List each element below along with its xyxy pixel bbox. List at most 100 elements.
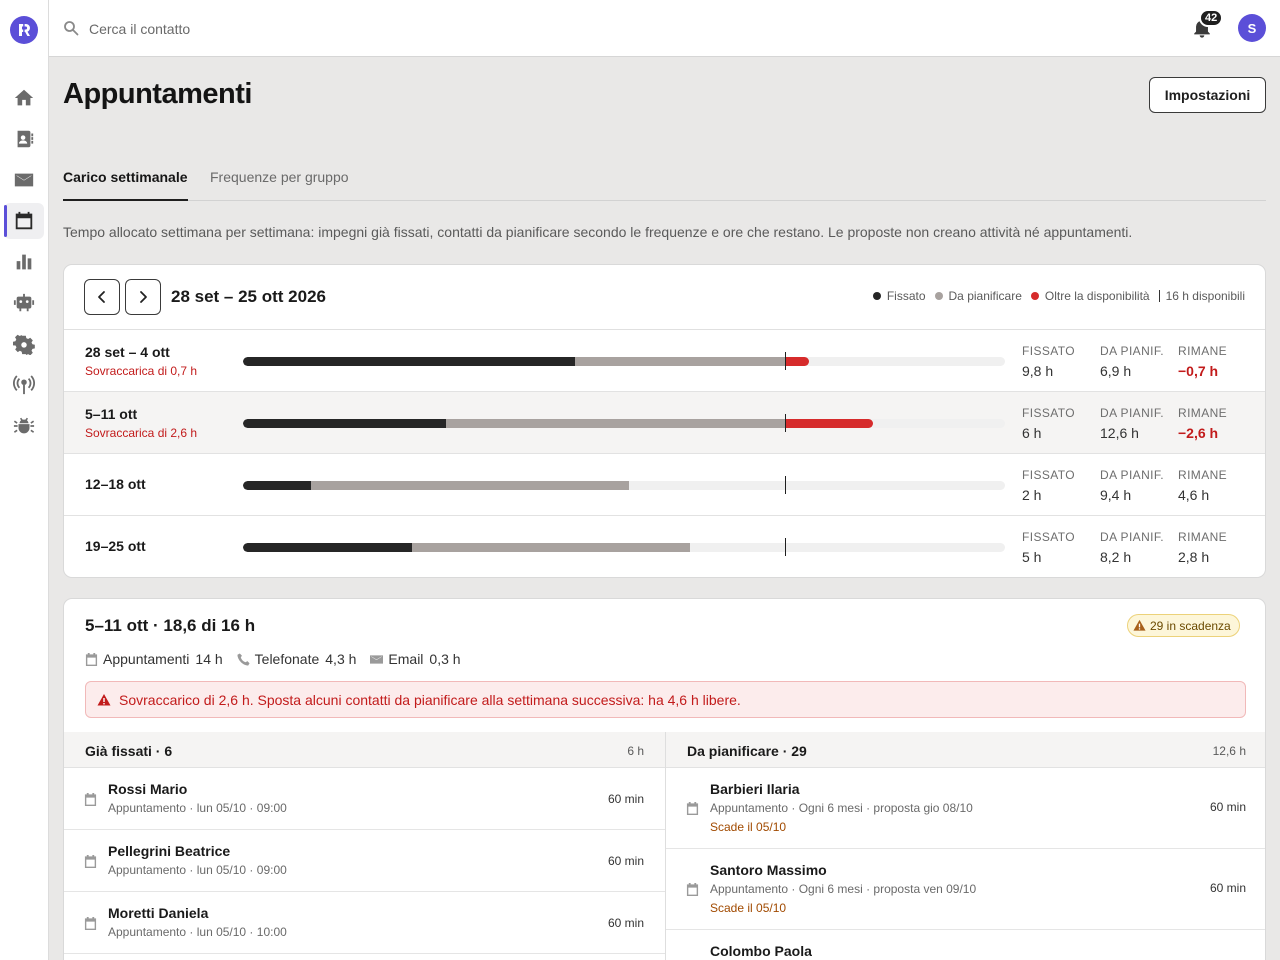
home-icon[interactable] (4, 80, 44, 116)
stat-label: RIMANE (1178, 468, 1228, 482)
bar-segment-to-plan (446, 419, 785, 428)
capacity-marker (785, 414, 786, 432)
bar-segment-fixed (243, 357, 575, 366)
search-input[interactable] (89, 16, 489, 42)
tab-group-frequencies[interactable]: Frequenze per gruppo (210, 160, 349, 200)
next-period-button[interactable] (125, 279, 161, 315)
contact-name: Pellegrini Beatrice (108, 843, 231, 859)
warning-icon (1133, 619, 1146, 631)
contact-item[interactable]: Pellegrini Beatrice Appuntamento · lun 05… (64, 830, 665, 892)
plan-column: Da pianificare · 29 12,6 h Barbieri Ilar… (666, 732, 1265, 960)
stat-label: FISSATO (1022, 468, 1076, 482)
stat-value: 8,2 h (1100, 549, 1132, 565)
legend-capacity-label: 16 h disponibili (1165, 289, 1245, 303)
week-label: 28 set – 4 ott (85, 344, 170, 360)
contact-name: Santoro Massimo (710, 862, 827, 878)
stat-label: RIMANE (1178, 530, 1228, 544)
contact-details: Appuntamento · lun 05/10 · 09:00 (108, 863, 287, 877)
bar-segment-fixed (243, 419, 446, 428)
stat-value: 9,4 h (1100, 487, 1132, 503)
stat-fixed: FISSATO 9,8 h (1022, 344, 1075, 379)
legend-capacity: 16 h disponibili (1158, 289, 1245, 303)
stat-remaining: RIMANE −0,7 h (1178, 344, 1227, 379)
breakdown-appointments: Appuntamenti 14 h (85, 651, 223, 667)
alert-text: Sovraccarico di 2,6 h. Sposta alcuni con… (119, 691, 741, 708)
contact-item[interactable]: Barbieri Ilaria Appuntamento · Ogni 6 mes… (666, 768, 1265, 849)
weekly-load-card: 28 set – 25 ott 2026 Fissato Da pianific… (63, 264, 1266, 578)
notification-count-badge: 42 (1199, 9, 1224, 27)
app-logo-icon[interactable] (10, 16, 38, 44)
contact-item[interactable]: Moretti Daniela Appuntamento · lun 05/10 … (64, 892, 665, 954)
contact-name: Moretti Daniela (108, 905, 209, 921)
week-row[interactable]: 5–11 ott Sovraccarica di 2,6 h FISSATO 6 h D… (64, 392, 1265, 454)
stat-value: 6,9 h (1100, 363, 1132, 379)
stat-label: FISSATO (1022, 530, 1076, 544)
bar-segment-to-plan (311, 481, 629, 490)
breakdown-label: Appuntamenti (103, 651, 190, 667)
week-label: 12–18 ott (85, 476, 146, 492)
contact-name: Colombo Paola (710, 943, 812, 959)
tab-weekly-load[interactable]: Carico settimanale (63, 160, 188, 201)
stat-remaining: RIMANE 4,6 h (1178, 468, 1227, 503)
legend-fixed-label: Fissato (886, 289, 926, 303)
stat-value: 12,6 h (1100, 425, 1139, 441)
plan-column-title: Da pianificare · 29 (687, 743, 807, 759)
previous-period-button[interactable] (84, 279, 120, 315)
page-title: Appuntamenti (63, 78, 252, 110)
contact-duration: 60 min (607, 916, 644, 930)
stat-label: DA PIANIF. (1100, 344, 1165, 358)
bar-segment-to-plan (575, 357, 785, 366)
contacts-icon[interactable] (4, 121, 44, 157)
user-avatar[interactable]: S (1238, 14, 1266, 42)
week-load-bar (243, 419, 1005, 428)
bar-segment-fixed (243, 543, 412, 552)
week-row[interactable]: 12–18 ott FISSATO 2 h DA PIANIF. 9,4 h RIMANE… (64, 454, 1265, 516)
chart-icon[interactable] (4, 244, 44, 280)
stat-plan: DA PIANIF. 9,4 h (1100, 468, 1164, 503)
capacity-marker (785, 538, 786, 556)
stat-value: −0,7 h (1178, 363, 1219, 379)
week-label: 5–11 ott (85, 406, 138, 422)
stat-label: DA PIANIF. (1100, 468, 1165, 482)
fixed-column-header: Già fissati · 6 6 h (64, 732, 665, 768)
bug-icon[interactable] (4, 408, 44, 444)
stat-fixed: FISSATO 6 h (1022, 406, 1075, 441)
week-row[interactable]: 19–25 ott FISSATO 5 h DA PIANIF. 8,2 h RIMANE… (64, 516, 1265, 577)
contact-due-date: Scade il 05/10 (710, 901, 787, 915)
contact-item[interactable]: Rossi Mario Appuntamento · lun 05/10 · 09… (64, 768, 665, 830)
bar-segment-to-plan (412, 543, 690, 552)
stat-plan: DA PIANIF. 12,6 h (1100, 406, 1164, 441)
week-row[interactable]: 28 set – 4 ott Sovraccarica di 0,7 h FISSA… (64, 330, 1265, 392)
legend-fixed: Fissato (872, 289, 926, 303)
settings-button[interactable]: Impostazioni (1149, 77, 1266, 113)
week-load-bar (243, 543, 1005, 552)
breakdown-calls: Telefonate 4,3 h (237, 651, 357, 667)
antenna-icon[interactable] (4, 367, 44, 403)
stat-value: 4,6 h (1178, 487, 1210, 503)
stat-value: 2 h (1022, 487, 1042, 503)
bar-segment-over-capacity (785, 419, 873, 428)
robot-icon[interactable] (4, 285, 44, 321)
stat-label: RIMANE (1178, 406, 1228, 420)
legend-plan: Da pianificare (934, 289, 1022, 303)
gear-icon[interactable] (4, 326, 44, 362)
bar-segment-fixed (243, 481, 311, 490)
due-badge[interactable]: 29 in scadenza (1127, 614, 1240, 637)
stat-label: RIMANE (1178, 344, 1228, 358)
activity-breakdown: Appuntamenti 14 h Telefonate 4,3 h Email 0,… (85, 651, 475, 667)
tab-bar: Carico settimanale Frequenze per gruppo (63, 160, 1266, 201)
calendar-icon[interactable] (4, 203, 44, 239)
overload-alert: Sovraccarico di 2,6 h. Sposta alcuni con… (85, 681, 1246, 718)
contact-item[interactable]: Santoro Massimo Appuntamento · Ogni 6 mes… (666, 849, 1265, 930)
mail-icon[interactable] (4, 162, 44, 198)
stat-remaining: RIMANE 2,8 h (1178, 530, 1227, 565)
contact-item[interactable]: Colombo Paola (666, 930, 1265, 960)
breakdown-email: Email 0,3 h (370, 651, 461, 667)
stat-value: 2,8 h (1178, 549, 1210, 565)
legend-plan-label: Da pianificare (948, 289, 1022, 303)
calendar-icon (686, 883, 699, 896)
breakdown-value: 4,3 h (325, 651, 357, 667)
mail-icon (370, 654, 384, 664)
stat-remaining: RIMANE −2,6 h (1178, 406, 1227, 441)
stat-value: 5 h (1022, 549, 1042, 565)
